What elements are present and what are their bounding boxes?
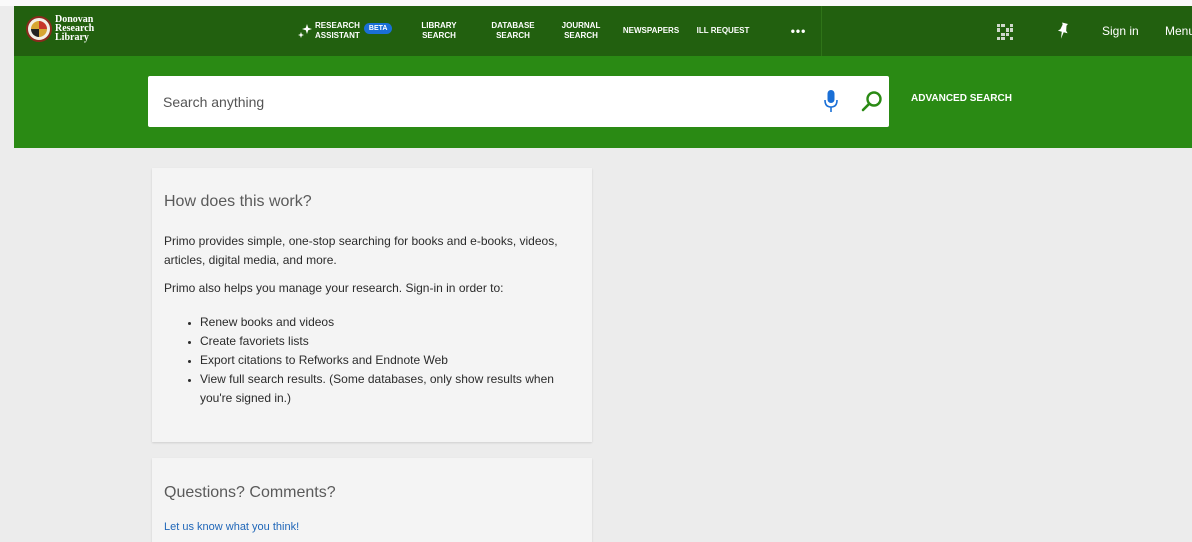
feature-list: Renew books and videos Create favoriets … — [190, 313, 580, 408]
database-search-line-2: SEARCH — [496, 31, 530, 40]
microphone-icon[interactable] — [824, 89, 838, 113]
advanced-search-link[interactable]: ADVANCED SEARCH — [911, 93, 1012, 104]
card-paragraph-2: Primo also helps you manage your researc… — [164, 281, 504, 295]
more-menu-button[interactable]: ••• — [776, 6, 821, 56]
nav-divider — [821, 6, 822, 56]
questions-card: Questions? Comments? Let us know what yo… — [152, 458, 592, 542]
beta-badge: BETA — [363, 22, 393, 34]
menu-button[interactable]: Menu — [1165, 6, 1192, 56]
card-title: How does this work? — [164, 193, 312, 210]
search-box — [148, 76, 889, 127]
journal-search-line-1: JOURNAL — [561, 21, 601, 30]
journal-search-line-2: SEARCH — [564, 31, 598, 40]
top-navigation-bar: Donovan Research Library RESEARCH ASSIST… — [14, 6, 1192, 56]
feedback-link[interactable]: Let us know what you think! — [164, 521, 299, 533]
database-search-link[interactable]: DATABASE SEARCH — [483, 6, 543, 56]
research-assistant-link[interactable]: RESEARCH ASSISTANT BETA — [298, 6, 410, 56]
database-search-line-1: DATABASE — [491, 21, 535, 30]
card-title: Questions? Comments? — [164, 484, 336, 501]
list-item: Renew books and videos — [200, 313, 580, 332]
library-search-link[interactable]: LIBRARY SEARCH — [414, 6, 464, 56]
sign-in-link[interactable]: Sign in — [1102, 6, 1139, 56]
research-label-line-1: RESEARCH — [315, 21, 360, 30]
logo-line-3: Library — [55, 32, 89, 43]
library-logo-text: Donovan Research Library — [55, 15, 115, 43]
library-logo[interactable]: Donovan Research Library — [26, 15, 115, 43]
search-icon[interactable] — [861, 90, 883, 112]
pin-icon[interactable] — [1054, 22, 1072, 40]
search-input[interactable] — [163, 76, 813, 127]
list-item: View full search results. (Some database… — [200, 370, 580, 408]
qr-code-icon[interactable] — [997, 24, 1013, 40]
card-paragraph-1: Primo provides simple, one-stop searchin… — [164, 234, 558, 267]
ill-request-link[interactable]: ILL REQUEST — [689, 6, 757, 56]
university-seal-icon — [26, 15, 52, 42]
research-label-line-2: ASSISTANT — [315, 31, 360, 40]
research-assistant-label: RESEARCH ASSISTANT — [315, 21, 360, 41]
library-search-line-2: SEARCH — [422, 31, 456, 40]
sparkle-icon — [298, 23, 312, 39]
how-does-this-work-card: How does this work? Primo provides simpl… — [152, 168, 592, 442]
list-item: Export citations to Refworks and Endnote… — [200, 351, 580, 370]
library-search-line-1: LIBRARY — [421, 21, 457, 30]
newspapers-link[interactable]: NEWSPAPERS — [615, 6, 687, 56]
journal-search-link[interactable]: JOURNAL SEARCH — [556, 6, 606, 56]
list-item: Create favoriets lists — [200, 332, 580, 351]
sparkle-svg — [298, 24, 312, 38]
